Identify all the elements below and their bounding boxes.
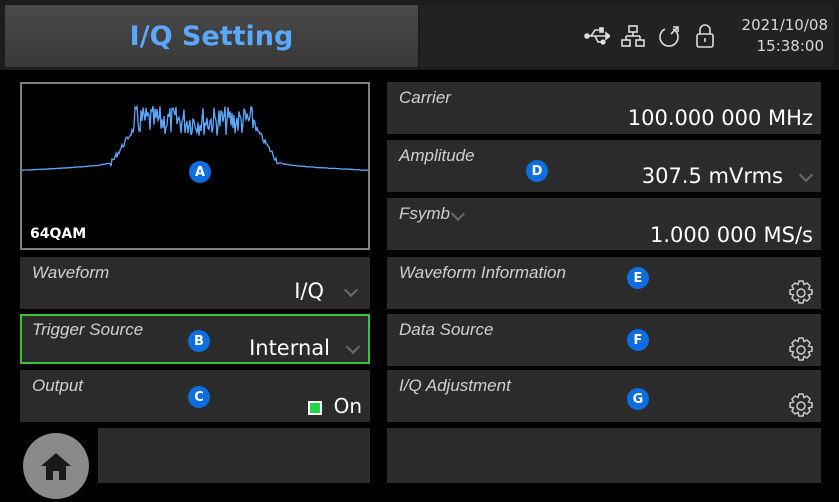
status-icons xyxy=(584,23,718,49)
output-toggle[interactable]: Output C On xyxy=(20,370,370,422)
output-label: Output xyxy=(32,376,84,395)
carrier-field[interactable]: Carrier 100.000 000 MHz xyxy=(387,82,821,134)
carrier-value: 100.000 000 MHz xyxy=(627,106,813,130)
fsymb-label: Fsymb xyxy=(399,204,450,223)
trigger-source-label: Trigger Source xyxy=(32,320,144,339)
chevron-down-icon xyxy=(798,167,814,183)
carrier-label: Carrier xyxy=(399,88,451,107)
chevron-down-icon[interactable] xyxy=(450,206,466,222)
gear-icon xyxy=(789,337,813,361)
network-icon xyxy=(620,23,646,49)
top-bar: I/Q Setting 2021/10/08 15:38:00 xyxy=(0,0,839,70)
chevron-down-icon xyxy=(343,282,359,298)
waveform-value: I/Q xyxy=(294,279,324,303)
waveform-information-label: Waveform Information xyxy=(399,263,566,282)
data-source-button[interactable]: Data Source F xyxy=(387,314,821,366)
spectrum-trace xyxy=(22,104,368,171)
fsymb-value: 1.000 000 MS/s xyxy=(649,223,813,247)
trigger-source-value: Internal xyxy=(249,336,330,360)
badge-d: D xyxy=(526,160,548,182)
datetime: 2021/10/08 15:38:00 xyxy=(742,15,828,57)
data-source-label: Data Source xyxy=(399,320,494,339)
output-state-indicator xyxy=(307,400,322,415)
fsymb-field[interactable]: Fsymb 1.000 000 MS/s xyxy=(387,198,821,250)
badge-f: F xyxy=(627,329,649,351)
badge-g: G xyxy=(627,388,649,410)
waveform-label: Waveform xyxy=(32,263,110,282)
badge-a: A xyxy=(189,161,211,183)
lock-icon xyxy=(692,23,718,49)
date-text: 2021/10/08 xyxy=(741,16,828,34)
waveform-preview[interactable]: A 64QAM xyxy=(20,82,370,250)
iq-adjustment-label: I/Q Adjustment xyxy=(399,376,511,395)
output-value-wrap: On xyxy=(307,394,362,418)
empty-softkey-right xyxy=(387,428,821,483)
amplitude-value: 307.5 mVrms xyxy=(641,164,783,188)
gear-icon xyxy=(789,393,813,417)
waveform-selector[interactable]: Waveform I/Q xyxy=(20,257,370,309)
gear-icon xyxy=(789,280,813,304)
iq-adjustment-button[interactable]: I/Q Adjustment G xyxy=(387,370,821,422)
empty-softkey xyxy=(98,428,370,483)
time-text: 15:38:00 xyxy=(756,37,824,55)
page-title-tab: I/Q Setting xyxy=(5,5,418,67)
amplitude-field[interactable]: Amplitude D 307.5 mVrms xyxy=(387,140,821,192)
page-title: I/Q Setting xyxy=(129,20,294,52)
waveform-information-button[interactable]: Waveform Information E xyxy=(387,257,821,309)
badge-e: E xyxy=(627,267,649,289)
modulation-label: 64QAM xyxy=(30,226,87,242)
status-area: 2021/10/08 15:38:00 xyxy=(420,5,834,67)
trigger-source-selector[interactable]: Trigger Source B Internal xyxy=(20,314,370,364)
chevron-down-icon xyxy=(345,339,361,355)
amplitude-label: Amplitude xyxy=(399,146,475,165)
home-button[interactable] xyxy=(23,433,89,499)
power-icon xyxy=(656,23,682,49)
output-value: On xyxy=(333,394,362,418)
badge-c: C xyxy=(188,386,210,408)
usb-icon xyxy=(584,23,610,49)
badge-b: B xyxy=(188,330,210,352)
home-icon xyxy=(41,453,71,480)
